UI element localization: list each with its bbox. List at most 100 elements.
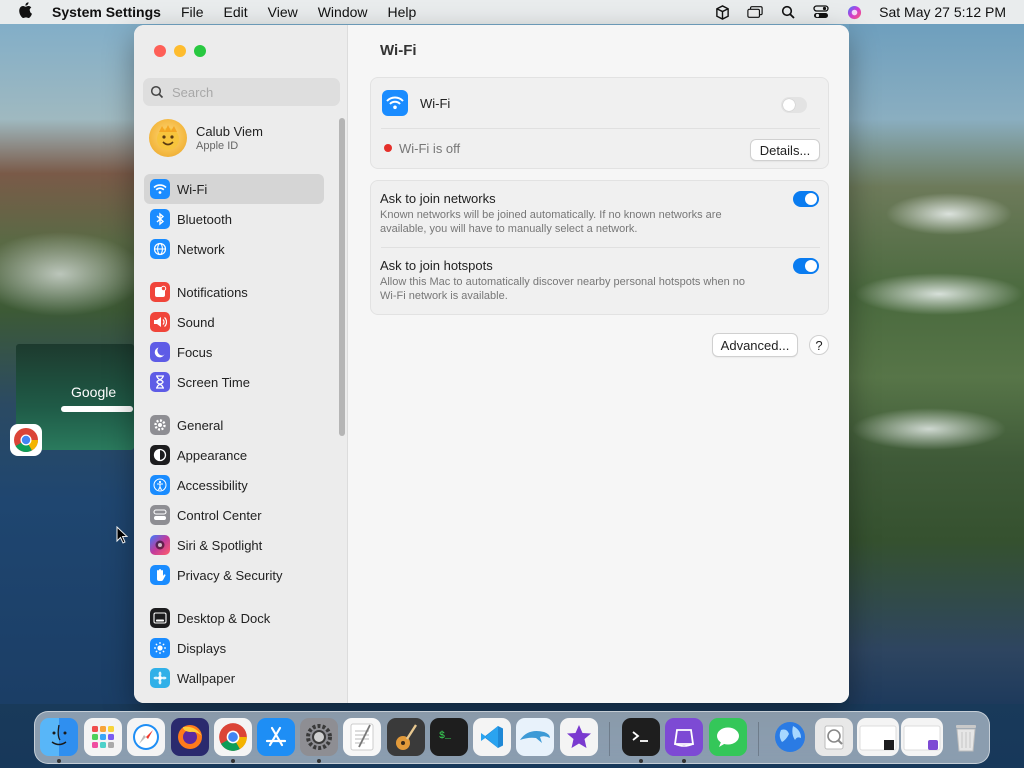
finder-app[interactable] <box>40 718 78 756</box>
terminal-prompt-icon: $_ <box>439 730 452 742</box>
content-pane: Wi-Fi Wi-Fi Wi-Fi is off Details... Ask … <box>348 25 849 703</box>
wifi-card: Wi-Fi Wi-Fi is off Details... <box>370 77 829 169</box>
card-divider <box>381 247 820 248</box>
minimize-window-button[interactable] <box>174 45 186 57</box>
gear-icon <box>150 415 170 435</box>
app-store-icon <box>265 726 287 747</box>
imovie-app[interactable] <box>560 718 598 756</box>
dolphin-app[interactable] <box>516 718 554 756</box>
apple-menu-icon[interactable] <box>18 1 36 23</box>
sidebar-item-wallpaper[interactable]: Wallpaper <box>144 663 324 693</box>
sidebar-item-label: Appearance <box>177 447 248 463</box>
menu-view[interactable]: View <box>268 4 298 20</box>
sidebar-item-bluetooth[interactable]: Bluetooth <box>144 204 324 234</box>
chrome-app[interactable] <box>214 718 252 756</box>
menu-file[interactable]: File <box>181 4 204 20</box>
sidebar-item-sound[interactable]: Sound <box>144 307 324 337</box>
sidebar-item-screen-time[interactable]: Screen Time <box>144 367 324 397</box>
screen-mirroring-icon[interactable] <box>747 5 763 19</box>
safari-app[interactable] <box>127 718 165 756</box>
ask-join-hotspots-toggle[interactable] <box>793 258 819 274</box>
menu-edit[interactable]: Edit <box>224 4 248 20</box>
sidebar-item-wifi[interactable]: Wi-Fi <box>144 174 324 204</box>
apple-id-account[interactable]: Calub Viem Apple ID <box>149 119 263 157</box>
vscode-app[interactable] <box>473 718 511 756</box>
sidebar-search[interactable] <box>143 78 340 106</box>
sidebar-item-appearance[interactable]: Appearance <box>144 440 324 470</box>
user-name: Calub Viem <box>196 124 263 139</box>
svg-text:$_: $_ <box>439 730 452 742</box>
sidebar-item-notifications[interactable]: Notifications <box>144 277 324 307</box>
running-indicator <box>231 759 235 763</box>
preview-app[interactable] <box>815 718 853 756</box>
menu-help[interactable]: Help <box>388 4 417 20</box>
spotlight-search-icon[interactable] <box>780 5 796 19</box>
sidebar-item-siri-spotlight[interactable]: Siri & Spotlight <box>144 530 324 560</box>
sidebar-item-accessibility[interactable]: Accessibility <box>144 470 324 500</box>
app-name-menu[interactable]: System Settings <box>52 4 161 20</box>
firefox-app[interactable] <box>171 718 209 756</box>
sidebar-item-network[interactable]: Network <box>144 234 324 264</box>
control-center-icon[interactable] <box>813 5 829 19</box>
menubar-clock[interactable]: Sat May 27 5:12 PM <box>879 4 1006 20</box>
help-button[interactable]: ? <box>809 335 829 355</box>
window-thumbnail-2[interactable] <box>901 718 943 756</box>
sidebar-item-privacy-security[interactable]: Privacy & Security <box>144 560 324 590</box>
system-settings-app[interactable] <box>300 718 338 756</box>
box-status-icon[interactable] <box>714 4 730 20</box>
sidebar-item-focus[interactable]: Focus <box>144 337 324 367</box>
terminal-app[interactable] <box>622 718 660 756</box>
google-search-bar <box>61 406 133 412</box>
sidebar-item-label: Network <box>177 241 225 257</box>
sidebar-item-label: Siri & Spotlight <box>177 537 263 553</box>
gear-icon <box>306 724 332 750</box>
ask-join-networks-toggle[interactable] <box>793 191 819 207</box>
sidebar-item-desktop-dock[interactable]: Desktop & Dock <box>144 603 324 633</box>
finder-icon <box>51 724 67 746</box>
status-dot-icon <box>384 144 392 152</box>
star-icon <box>567 725 591 748</box>
details-button[interactable]: Details... <box>750 139 820 161</box>
close-window-button[interactable] <box>154 45 166 57</box>
dock-separator <box>609 722 610 756</box>
trash-app[interactable] <box>947 718 985 756</box>
search-icon <box>150 85 164 99</box>
sidebar-item-control-center[interactable]: Control Center <box>144 500 324 530</box>
sidebar-item-label: Desktop & Dock <box>177 610 271 626</box>
firefox-icon <box>178 725 202 749</box>
window-thumbnail-1[interactable] <box>857 718 899 756</box>
sidebar: Calub Viem Apple ID Wi-Fi Bluetooth <box>134 25 348 703</box>
wifi-toggle[interactable] <box>781 97 807 113</box>
garageband-app[interactable] <box>387 718 425 756</box>
chrome-app-icon[interactable] <box>10 424 42 456</box>
wifi-icon <box>150 179 170 199</box>
running-indicator <box>317 759 321 763</box>
window-preview-icon <box>903 725 941 751</box>
sidebar-scrollbar[interactable] <box>339 118 345 436</box>
wifi-label: Wi-Fi <box>420 96 451 111</box>
terminal-icon <box>632 731 648 742</box>
search-input[interactable] <box>172 84 332 100</box>
podman-app[interactable] <box>665 718 703 756</box>
google-logo: Google <box>71 384 117 400</box>
running-indicator <box>639 759 643 763</box>
window-controls <box>154 45 206 57</box>
siri-icon[interactable] <box>846 5 862 19</box>
dolphin-icon <box>520 731 550 743</box>
zoom-window-button[interactable] <box>194 45 206 57</box>
menu-window[interactable]: Window <box>318 4 368 20</box>
moon-icon <box>150 342 170 362</box>
messages-app[interactable] <box>709 718 747 756</box>
terminal-green-app[interactable]: $_ <box>430 718 468 756</box>
textedit-app[interactable] <box>343 718 381 756</box>
app-store-app[interactable] <box>257 718 295 756</box>
join-options-card: Ask to join networks Known networks will… <box>370 180 829 315</box>
sidebar-item-general[interactable]: General <box>144 410 324 440</box>
launchpad-app[interactable] <box>84 718 122 756</box>
network-globe-app[interactable] <box>771 718 809 756</box>
sidebar-item-displays[interactable]: Displays <box>144 633 324 663</box>
globe-icon <box>150 239 170 259</box>
advanced-button[interactable]: Advanced... <box>712 333 798 357</box>
desktop-wallpaper-right <box>849 24 1024 704</box>
sidebar-item-label: Sound <box>177 314 215 330</box>
